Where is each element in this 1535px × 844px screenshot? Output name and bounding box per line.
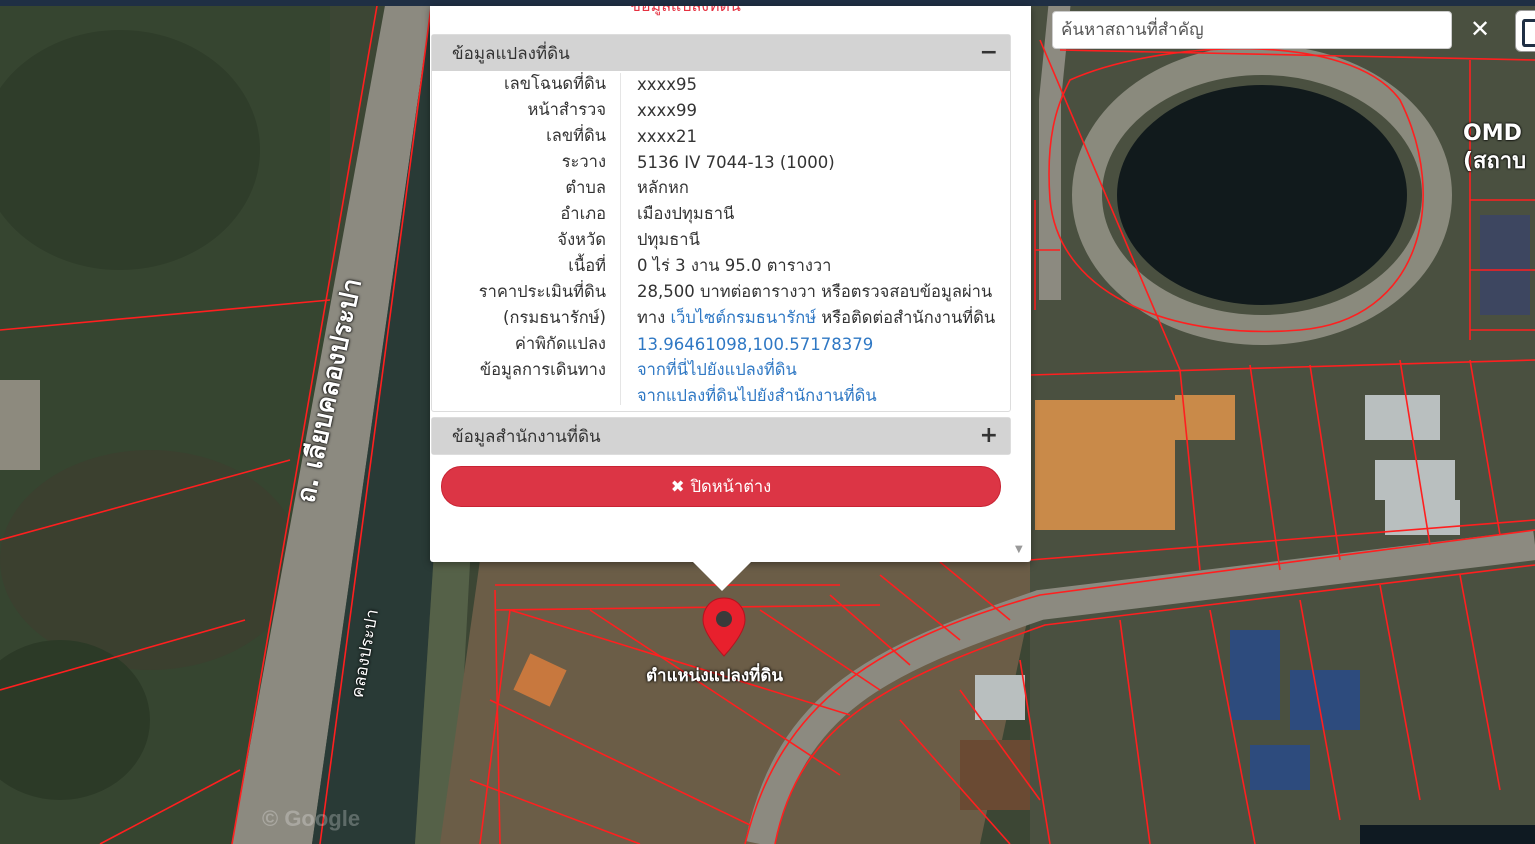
land-office-panel-header[interactable]: ข้อมูลสำนักงานที่ดิน + <box>432 418 1010 454</box>
info-value: 28,500 บาทต่อตารางวา หรือตรวจสอบข้อมูลผ่… <box>637 282 993 301</box>
poi-label: OMD (สถาบ <box>1463 120 1526 176</box>
land-office-panel-title: ข้อมูลสำนักงานที่ดิน <box>452 426 601 447</box>
close-window-button[interactable]: ✖ ปิดหน้าต่าง <box>441 466 1001 507</box>
land-info-table: เลขโฉนดที่ดิน xxxx95 หน้าสำรวจ xxxx99 เลขที่… <box>432 71 1010 411</box>
close-window-label: ปิดหน้าต่าง <box>690 476 772 496</box>
expand-icon[interactable]: + <box>980 425 998 447</box>
info-row: ตำบล หลักหก <box>432 175 1010 201</box>
layers-icon <box>1522 19 1535 47</box>
close-icon: ✖ <box>670 477 685 496</box>
info-value: 5136 IV 7044-13 (1000) <box>637 152 835 172</box>
info-row-travel: ข้อมูลการเดินทาง จากที่นี่ไปยังแปลงที่ดิ… <box>432 357 1010 383</box>
info-value: ทาง เว็บไซต์กรมธนารักษ์ หรือติดต่อสำนักง… <box>620 305 995 331</box>
collapse-icon[interactable]: − <box>980 42 998 64</box>
info-key: อำเภอ <box>560 204 606 223</box>
treasury-website-link[interactable]: เว็บไซต์กรมธนารักษ์ <box>670 308 816 327</box>
info-row: อำเภอ เมืองปทุมธานี <box>432 201 1010 227</box>
land-info-panel: ข้อมูลแปลงที่ดิน − เลขโฉนดที่ดิน xxxx95 หน… <box>431 34 1011 412</box>
info-key: (กรมธนารักษ์) <box>503 308 606 327</box>
price-text-post: หรือติดต่อสำนักงานที่ดิน <box>816 308 996 327</box>
land-info-panel-header[interactable]: ข้อมูลแปลงที่ดิน − <box>432 35 1010 71</box>
info-row: จังหวัด ปทุมธานี <box>432 227 1010 253</box>
close-icon: ✕ <box>1469 15 1491 43</box>
info-key: ราคาประเมินที่ดิน <box>478 282 606 301</box>
info-value: เมืองปทุมธานี <box>637 204 735 223</box>
info-row: หน้าสำรวจ xxxx99 <box>432 97 1010 123</box>
search-clear-button[interactable]: ✕ <box>1460 11 1500 49</box>
layers-button[interactable] <box>1515 10 1535 52</box>
info-row: เลขโฉนดที่ดิน xxxx95 <box>432 71 1010 97</box>
info-row-price-1: ราคาประเมินที่ดิน 28,500 บาทต่อตารางวา ห… <box>432 279 1010 305</box>
info-row: เนื้อที่ 0 ไร่ 3 งาน 95.0 ตารางวา <box>432 253 1010 279</box>
info-row-price-2: (กรมธนารักษ์) ทาง เว็บไซต์กรมธนารักษ์ หร… <box>432 305 1010 331</box>
directions-to-office-link[interactable]: จากแปลงที่ดินไปยังสำนักงานที่ดิน <box>637 386 877 405</box>
clipped-heading: ข้อมูลแปลงที่ดิน <box>630 6 741 19</box>
info-key: หน้าสำรวจ <box>527 100 606 119</box>
parcel-marker-icon[interactable] <box>701 596 747 658</box>
info-row: ระวาง 5136 IV 7044-13 (1000) <box>432 149 1010 175</box>
info-key: เนื้อที่ <box>568 256 606 275</box>
info-value: หลักหก <box>637 178 689 197</box>
poi-label-line1: OMD <box>1463 121 1522 146</box>
info-value: xxxx95 <box>637 74 698 94</box>
info-row: เลขที่ดิน xxxx21 <box>432 123 1010 149</box>
marker-label: ตำแหน่งแปลงที่ดิน <box>646 666 784 686</box>
info-key: เลขโฉนดที่ดิน <box>504 74 606 93</box>
info-value: xxxx99 <box>637 100 698 120</box>
popup-pointer <box>692 561 752 591</box>
coordinates-link[interactable]: 13.96461098,100.57178379 <box>637 335 873 354</box>
scroll-down-icon[interactable]: ▼ <box>1015 544 1023 555</box>
info-value: xxxx21 <box>637 126 698 146</box>
info-key: ระวาง <box>561 152 606 171</box>
info-value: 0 ไร่ 3 งาน 95.0 ตารางวา <box>637 256 832 275</box>
land-info-panel-title: ข้อมูลแปลงที่ดิน <box>452 43 570 64</box>
parcel-info-popup: ข้อมูลแปลงที่ดิน ข้อมูลแปลงที่ดิน − เลขโ… <box>430 6 1031 562</box>
info-key: ข้อมูลการเดินทาง <box>479 360 606 379</box>
info-key: ค่าพิกัดแปลง <box>514 334 606 353</box>
info-key: เลขที่ดิน <box>546 126 606 145</box>
search-input[interactable] <box>1052 11 1452 49</box>
info-key: ตำบล <box>565 178 606 197</box>
map-watermark: © Google <box>262 806 361 831</box>
directions-to-parcel-link[interactable]: จากที่นี่ไปยังแปลงที่ดิน <box>637 360 797 379</box>
info-key: จังหวัด <box>557 230 606 249</box>
info-row-coords: ค่าพิกัดแปลง 13.96461098,100.57178379 <box>432 331 1010 357</box>
info-value: ปทุมธานี <box>637 230 700 249</box>
poi-label-line2: (สถาบ <box>1463 149 1527 174</box>
popup-scroll-area[interactable]: ข้อมูลแปลงที่ดิน ข้อมูลแปลงที่ดิน − เลขโ… <box>430 6 1031 562</box>
info-row-travel-2: จากแปลงที่ดินไปยังสำนักงานที่ดิน <box>432 383 1010 409</box>
price-text-pre: ทาง <box>637 308 671 327</box>
land-office-panel: ข้อมูลสำนักงานที่ดิน + <box>431 417 1011 455</box>
